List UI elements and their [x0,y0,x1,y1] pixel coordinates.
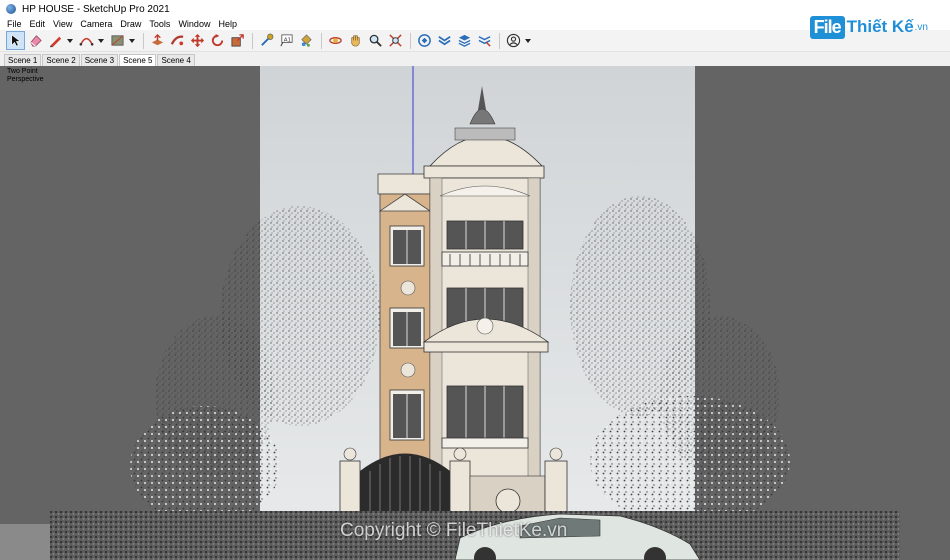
zoom-tool[interactable] [366,31,385,50]
menu-view[interactable]: View [50,19,75,29]
push-pull-icon [151,33,164,46]
rectangle-icon [111,35,124,46]
main-toolbar: A1 [0,30,950,52]
line-tool[interactable] [46,31,65,50]
extension-warehouse-icon [438,36,451,46]
orbit-icon [329,37,342,44]
arrow-cursor-icon [11,34,22,47]
ground-left [0,524,50,560]
scene-tab-3[interactable]: Scene 3 [80,54,119,66]
title-bar: HP HOUSE - SketchUp Pro 2021 [0,0,950,18]
user-circle-icon [506,33,521,48]
camera-mode-line1: Two Point [7,68,38,75]
zoom-extents-tool[interactable] [386,31,405,50]
tape-measure-tool[interactable] [257,31,276,50]
scene-tab-5[interactable]: Scene 5 [119,54,157,66]
shape-tool[interactable] [108,31,127,50]
menu-camera[interactable]: Camera [77,19,115,29]
warehouse-tool[interactable] [415,31,434,50]
tree-right [570,196,790,526]
menu-file[interactable]: File [4,19,25,29]
move-icon [190,33,205,48]
logo-tld: .vn [914,21,928,33]
toolbar-separator [321,32,322,49]
filethietke-logo: File Thiết Kế .vn [809,12,928,42]
menu-bar: File Edit View Camera Draw Tools Window … [0,18,950,30]
pencil-icon [49,36,62,48]
model-viewport[interactable]: Two Point Perspective Copyright © FileTh… [0,66,950,560]
scale-icon [231,34,244,47]
warehouse-icon [418,34,431,47]
menu-window[interactable]: Window [175,19,213,29]
push-pull-tool[interactable] [148,31,167,50]
eraser-icon [30,35,42,47]
select-tool[interactable] [6,31,25,50]
camera-mode-label: Two Point Perspective [7,68,44,84]
account-dropdown[interactable] [524,31,532,50]
extension-warehouse-tool[interactable] [435,31,454,50]
zoom-extents-icon [389,34,402,47]
scene-tabs: Scene 1 Scene 2 Scene 3 Scene 5 Scene 4 [0,52,950,66]
line-tool-dropdown[interactable] [66,31,74,50]
toolbar-separator [143,32,144,49]
toolbar-separator [499,32,500,49]
hand-icon [351,35,360,47]
arc-tool-dropdown[interactable] [97,31,105,50]
menu-tools[interactable]: Tools [146,19,173,29]
follow-me-icon [170,35,184,46]
arc-tool[interactable] [77,31,96,50]
orbit-tool[interactable] [326,31,345,50]
window-title: HP HOUSE - SketchUp Pro 2021 [22,3,170,15]
scene-tab-2[interactable]: Scene 2 [42,54,80,66]
menu-help[interactable]: Help [215,19,240,29]
eraser-tool[interactable] [26,31,45,50]
text-icon: A1 [280,34,293,47]
arc-icon [79,37,94,46]
logo-box-text: File [809,15,845,39]
layout-tool[interactable] [455,31,474,50]
copyright-watermark: Copyright © FileThietKe.vn [340,520,568,541]
toolbar-separator [410,32,411,49]
shape-tool-dropdown[interactable] [128,31,136,50]
scale-tool[interactable] [228,31,247,50]
paint-bucket-tool[interactable] [297,31,316,50]
paint-bucket-icon [301,34,312,47]
tape-measure-icon [261,33,274,46]
extension-manager-icon [478,36,491,47]
rotate-tool[interactable] [208,31,227,50]
layout-icon [458,34,471,47]
extension-manager-tool[interactable] [475,31,494,50]
menu-edit[interactable]: Edit [27,19,49,29]
svg-text:A1: A1 [284,37,292,43]
pan-tool[interactable] [346,31,365,50]
house-main-tower [422,86,550,509]
scene-tab-4[interactable]: Scene 4 [157,54,195,66]
camera-mode-line2: Perspective [7,76,44,83]
account-tool[interactable] [504,31,523,50]
toolbar-separator [252,32,253,49]
magnifier-icon [369,34,382,47]
rotate-icon [211,33,224,47]
follow-me-tool[interactable] [168,31,187,50]
move-tool[interactable] [188,31,207,50]
house-model-render [0,66,900,560]
sketchup-app-icon [6,4,16,14]
text-tool[interactable]: A1 [277,31,296,50]
scene-tab-1[interactable]: Scene 1 [4,54,42,66]
logo-text: Thiết Kế [846,17,914,36]
menu-draw[interactable]: Draw [117,19,144,29]
